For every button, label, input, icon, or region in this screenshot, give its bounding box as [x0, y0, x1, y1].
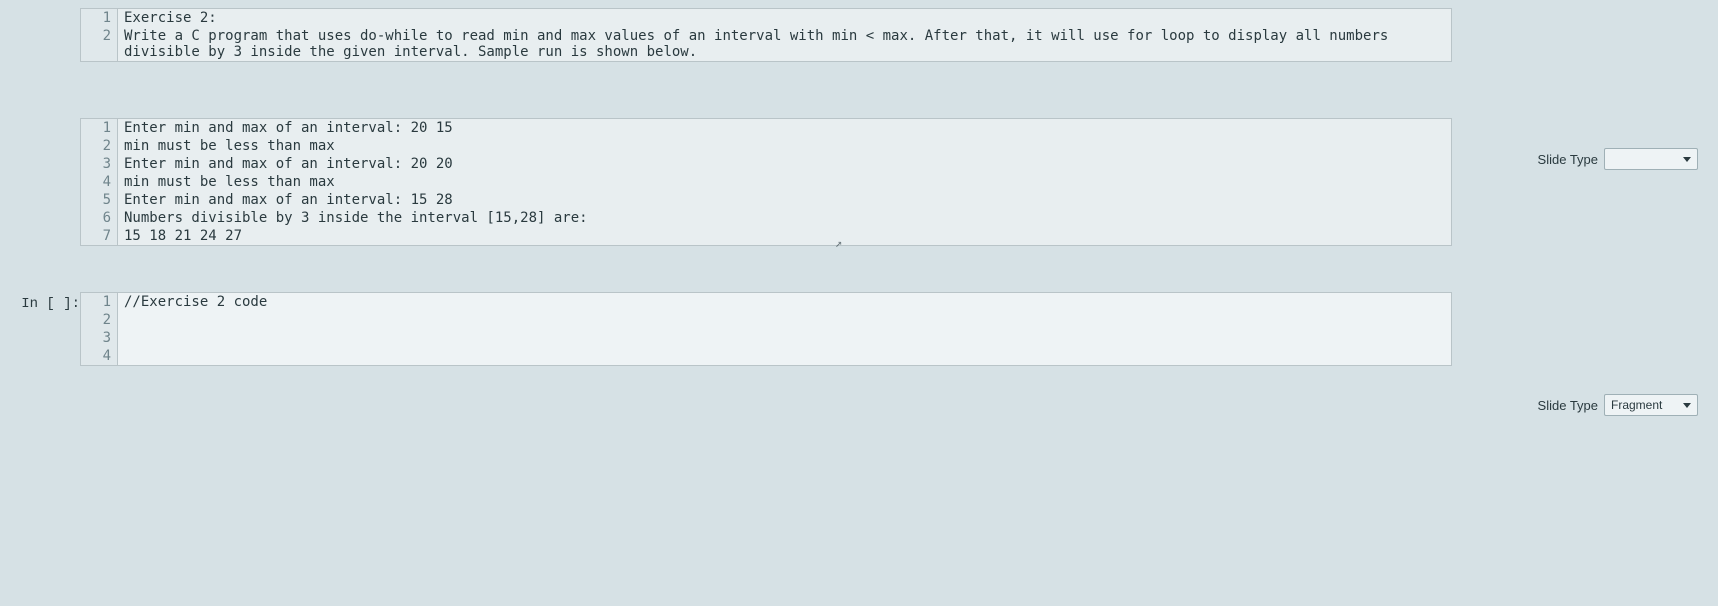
- slide-type-panel-fragment: Slide Type Fragment: [1538, 394, 1698, 416]
- slide-type-select-wrap: Fragment: [1604, 394, 1698, 416]
- line-number: 1: [81, 293, 118, 311]
- prompt-empty: [0, 118, 80, 122]
- markdown-cell-exercise: 1 Exercise 2: 2 Write a C program that u…: [0, 8, 1718, 62]
- code-line: Numbers divisible by 3 inside the interv…: [118, 209, 1452, 227]
- code-cell: In [ ]: 1//Exercise 2 code 2 3 4: [0, 292, 1718, 366]
- line-number: 1: [81, 9, 118, 27]
- line-number: 5: [81, 191, 118, 209]
- slide-type-select[interactable]: [1604, 148, 1698, 170]
- code-line: Enter min and max of an interval: 20 15: [118, 119, 1452, 137]
- code-line: Enter min and max of an interval: 20 20: [118, 155, 1452, 173]
- code-line: [118, 347, 1452, 365]
- raw-editor[interactable]: 1Enter min and max of an interval: 20 15…: [80, 118, 1452, 246]
- line-number: 2: [81, 27, 118, 61]
- line-number: 4: [81, 347, 118, 365]
- slide-type-label: Slide Type: [1538, 398, 1598, 413]
- line-number: 3: [81, 329, 118, 347]
- code-line: [118, 311, 1452, 329]
- slide-type-label: Slide Type: [1538, 152, 1598, 167]
- line-number: 4: [81, 173, 118, 191]
- line-number: 1: [81, 119, 118, 137]
- slide-type-select[interactable]: Fragment: [1604, 394, 1698, 416]
- code-line: Exercise 2:: [118, 9, 1452, 27]
- slide-type-panel: Slide Type: [1538, 148, 1698, 170]
- line-number: 2: [81, 137, 118, 155]
- code-line: //Exercise 2 code: [118, 293, 1452, 311]
- code-editor[interactable]: 1//Exercise 2 code 2 3 4: [80, 292, 1452, 366]
- markdown-editor[interactable]: 1 Exercise 2: 2 Write a C program that u…: [80, 8, 1452, 62]
- prompt-empty: [0, 8, 80, 12]
- raw-cell-sample: 1Enter min and max of an interval: 20 15…: [0, 118, 1718, 246]
- code-line: min must be less than max: [118, 173, 1452, 191]
- code-line: [118, 329, 1452, 347]
- slide-type-select-wrap: [1604, 148, 1698, 170]
- line-number: 2: [81, 311, 118, 329]
- line-number: 6: [81, 209, 118, 227]
- line-number: 3: [81, 155, 118, 173]
- prompt-in: In [ ]:: [0, 292, 80, 312]
- code-line: min must be less than max: [118, 137, 1452, 155]
- code-line: Write a C program that uses do-while to …: [118, 27, 1452, 61]
- line-number: 7: [81, 227, 118, 245]
- code-line: 15 18 21 24 27: [118, 227, 1452, 245]
- cursor-icon: ↗: [835, 236, 842, 250]
- code-line: Enter min and max of an interval: 15 28: [118, 191, 1452, 209]
